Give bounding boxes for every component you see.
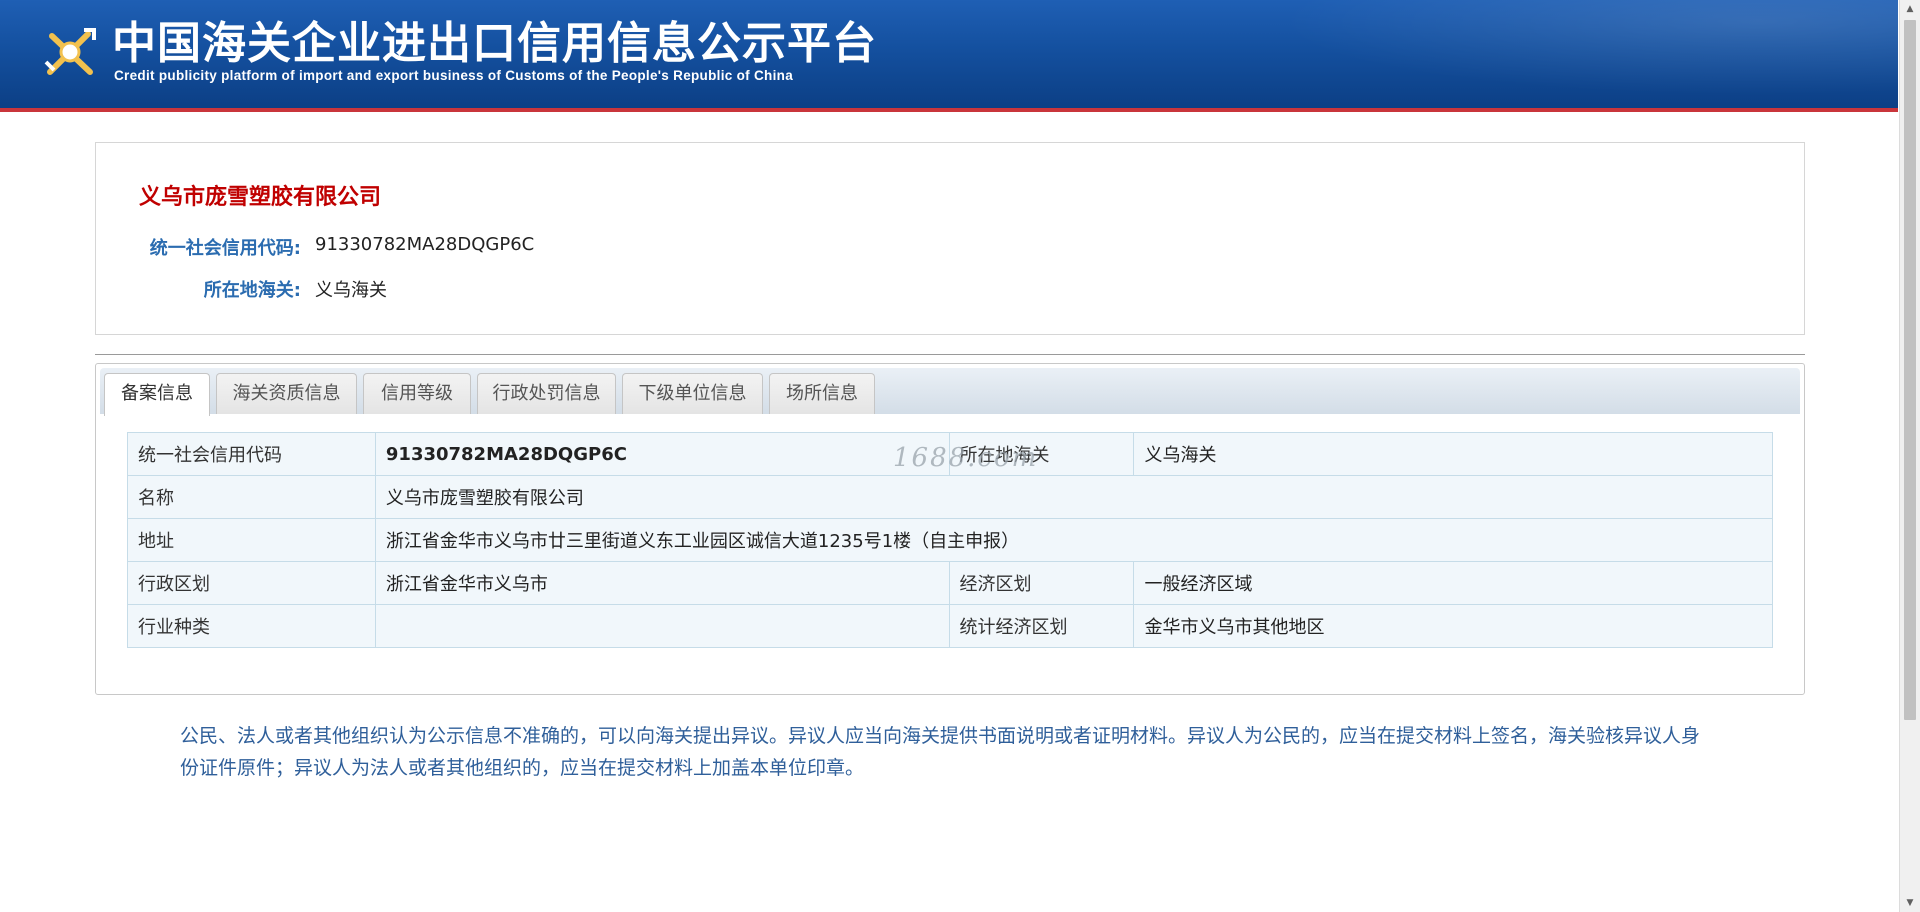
customs-emblem-icon [40, 22, 100, 82]
tab-administrative-penalty[interactable]: 行政处罚信息 [477, 373, 616, 414]
table-row: 行业种类 统计经济区划 金华市义乌市其他地区 [127, 604, 1773, 648]
stat-region-value: 金华市义乌市其他地区 [1133, 604, 1773, 648]
scroll-down-arrow-icon[interactable]: ▼ [1900, 894, 1920, 912]
table-row: 行政区划 浙江省金华市义乌市 经济区划 一般经济区域 [127, 561, 1773, 605]
customs-value: 义乌海关 [1133, 432, 1773, 476]
objection-notice: 公民、法人或者其他组织认为公示信息不准确的，可以向海关提出异议。异议人应当向海关… [180, 725, 1701, 779]
table-row: 名称 义乌市庞雪塑胶有限公司 [127, 475, 1774, 519]
company-name: 义乌市庞雪塑胶有限公司 [139, 185, 382, 210]
summary-credit-code-row: 统一社会信用代码: 91330782MA28DQGP6C [96, 234, 796, 260]
credit-code-value: 91330782MA28DQGP6C [374, 432, 950, 476]
econ-region-value: 一般经济区域 [1133, 561, 1773, 605]
name-value: 义乌市庞雪塑胶有限公司 [374, 475, 1774, 519]
name-label: 名称 [127, 475, 376, 519]
site-title: 中国海关企业进出口信用信息公示平台 [112, 18, 877, 69]
industry-value [374, 604, 950, 648]
admin-region-value: 浙江省金华市义乌市 [374, 561, 950, 605]
table-row: 地址 浙江省金华市义乌市廿三里街道义东工业园区诚信大道1235号1楼（自主申报） [127, 518, 1774, 562]
tab-customs-qualification[interactable]: 海关资质信息 [216, 373, 357, 414]
header-banner: 中国海关企业进出口信用信息公示平台 Credit publicity platf… [0, 0, 1898, 112]
tab-bar: 备案信息 海关资质信息 信用等级 行政处罚信息 下级单位信息 场所信息 [100, 368, 1800, 416]
info-panel: 备案信息 海关资质信息 信用等级 行政处罚信息 下级单位信息 场所信息 统一社会… [95, 363, 1805, 695]
divider [95, 354, 1805, 355]
watermark: 1688.com [893, 443, 1039, 473]
scroll-thumb[interactable] [1904, 20, 1916, 720]
vertical-scrollbar[interactable]: ▲ ▼ [1899, 0, 1920, 912]
address-label: 地址 [127, 518, 376, 562]
summary-customs-label: 所在地海关: [203, 280, 301, 301]
summary-credit-code-value: 91330782MA28DQGP6C [315, 234, 535, 255]
tab-subordinate-units[interactable]: 下级单位信息 [622, 373, 763, 414]
site-subtitle: Credit publicity platform of import and … [114, 68, 794, 83]
company-summary: 义乌市庞雪塑胶有限公司 统一社会信用代码: 91330782MA28DQGP6C… [95, 142, 1805, 335]
address-value: 浙江省金华市义乌市廿三里街道义东工业园区诚信大道1235号1楼（自主申报） [374, 518, 1774, 562]
summary-customs-row: 所在地海关: 义乌海关 [96, 276, 796, 302]
scroll-up-arrow-icon[interactable]: ▲ [1900, 0, 1920, 18]
industry-label: 行业种类 [127, 604, 376, 648]
credit-code-label: 统一社会信用代码 [127, 432, 376, 476]
econ-region-label: 经济区划 [948, 561, 1135, 605]
tab-premises-info[interactable]: 场所信息 [769, 373, 875, 414]
admin-region-label: 行政区划 [127, 561, 376, 605]
tab-credit-rating[interactable]: 信用等级 [363, 373, 471, 414]
summary-customs-value: 义乌海关 [315, 280, 387, 301]
tab-filing-info[interactable]: 备案信息 [104, 373, 210, 416]
stat-region-label: 统计经济区划 [948, 604, 1135, 648]
summary-credit-code-label: 统一社会信用代码: [149, 238, 301, 259]
